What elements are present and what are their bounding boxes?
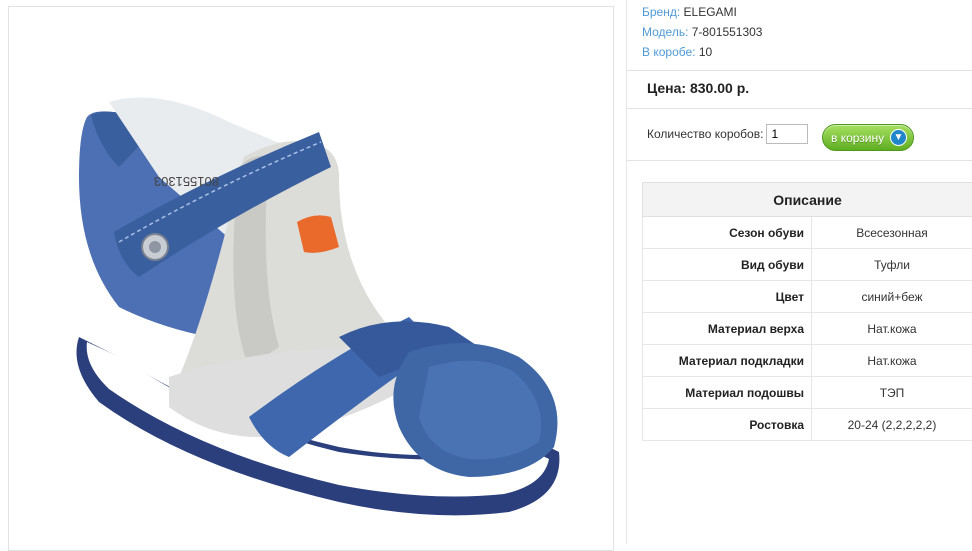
divider: [627, 70, 972, 71]
sandal-image: 801551303: [9, 7, 615, 547]
quantity-row: Количество коробов:: [647, 124, 808, 144]
add-to-cart-button[interactable]: в корзину ▼: [822, 124, 914, 151]
model-label[interactable]: Модель:: [642, 25, 688, 39]
attr-key: Материал верха: [643, 313, 812, 345]
product-image-frame[interactable]: 801551303: [8, 6, 614, 551]
column-divider: [626, 0, 627, 544]
attr-value: синий+беж: [812, 281, 972, 313]
table-row: Материал подкладкиНат.кожа: [643, 345, 972, 377]
box-label[interactable]: В коробе:: [642, 45, 696, 59]
divider: [627, 160, 972, 161]
attr-value: 20-24 (2,2,2,2,2): [812, 409, 972, 441]
attr-value: Нат.кожа: [812, 313, 972, 345]
attr-value: Всесезонная: [812, 217, 972, 249]
attr-key: Цвет: [643, 281, 812, 313]
attr-key: Материал подкладки: [643, 345, 812, 377]
description-title: Описание: [643, 183, 972, 217]
table-row: Ростовка20-24 (2,2,2,2,2): [643, 409, 972, 441]
attr-key: Сезон обуви: [643, 217, 812, 249]
model-row: Модель: 7-801551303: [642, 22, 762, 42]
table-row: Материал верхаНат.кожа: [643, 313, 972, 345]
add-to-cart-label: в корзину: [831, 131, 884, 145]
quantity-input[interactable]: [766, 124, 808, 144]
attr-key: Вид обуви: [643, 249, 812, 281]
attr-key: Ростовка: [643, 409, 812, 441]
table-row: Цветсиний+беж: [643, 281, 972, 313]
box-row: В коробе: 10: [642, 42, 762, 62]
brand-value: ELEGAMI: [684, 5, 737, 19]
box-value: 10: [699, 45, 712, 59]
price-text: Цена: 830.00 р.: [647, 80, 749, 96]
attr-value: Туфли: [812, 249, 972, 281]
description-table: Описание Сезон обувиВсесезонная Вид обув…: [642, 182, 972, 441]
insole-imprint: 801551303: [154, 174, 219, 189]
cart-arrow-icon: ▼: [890, 129, 907, 146]
brand-label[interactable]: Бренд:: [642, 5, 680, 19]
attr-value: ТЭП: [812, 377, 972, 409]
attr-key: Материал подошвы: [643, 377, 812, 409]
table-row: Вид обувиТуфли: [643, 249, 972, 281]
brand-row: Бренд: ELEGAMI: [642, 2, 762, 22]
table-row: Материал подошвыТЭП: [643, 377, 972, 409]
quantity-label: Количество коробов:: [647, 127, 763, 141]
model-value: 7-801551303: [692, 25, 763, 39]
table-row: Сезон обувиВсесезонная: [643, 217, 972, 249]
attr-value: Нат.кожа: [812, 345, 972, 377]
product-meta: Бренд: ELEGAMI Модель: 7-801551303 В кор…: [642, 2, 762, 62]
divider: [627, 108, 972, 109]
